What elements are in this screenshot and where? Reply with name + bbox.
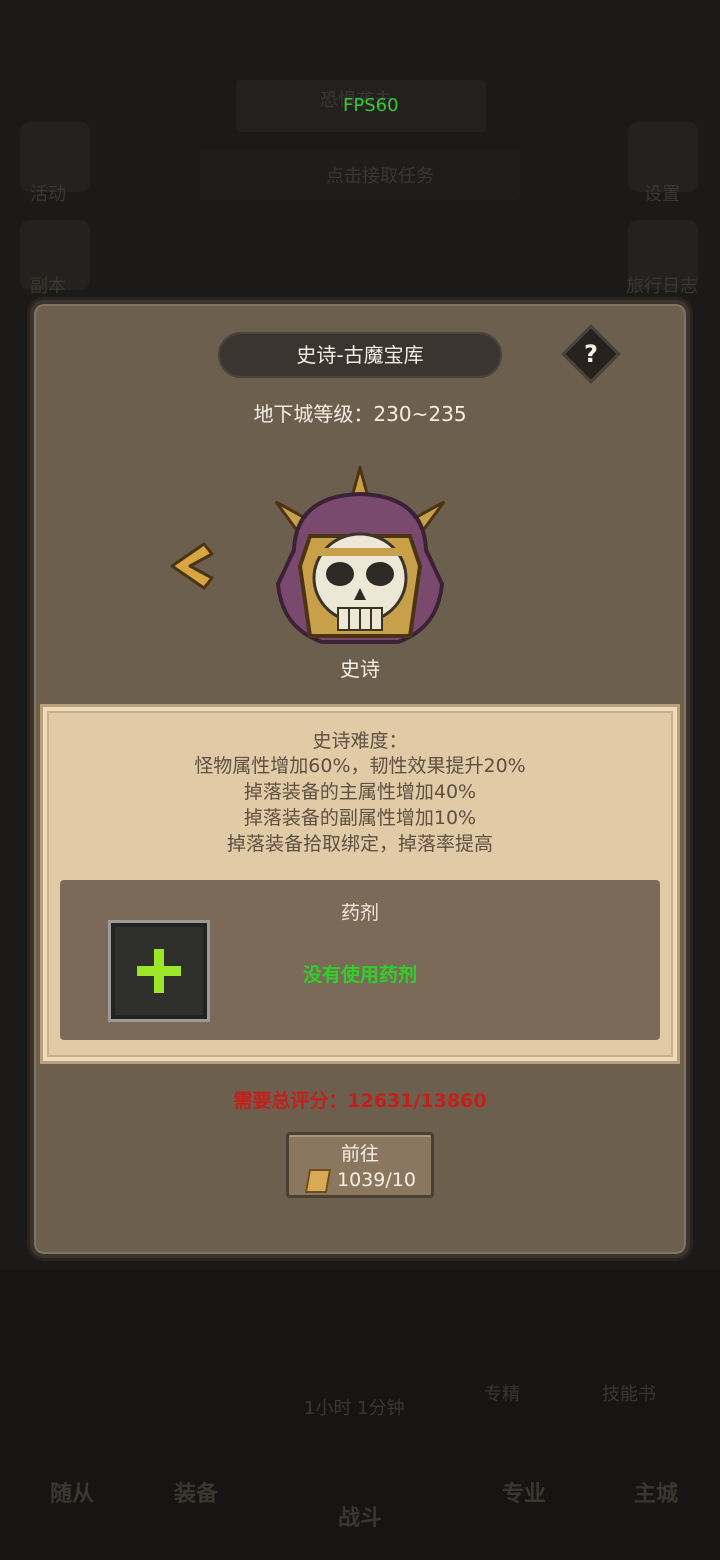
nav-followers-label: 随从	[49, 1482, 94, 1507]
description-line: 掉落装备拾取绑定，掉落率提高	[226, 833, 493, 855]
settings-label: 设置	[644, 184, 680, 205]
dialog-title: 史诗-古魔宝库	[296, 343, 424, 367]
dungeon-level: 地下城等级：230~235	[253, 402, 467, 426]
go-button-label: 前往	[340, 1143, 379, 1165]
question-icon: ?	[584, 340, 598, 368]
skillbook-label: 技能书	[602, 1384, 656, 1405]
chevron-left-icon[interactable]	[160, 538, 216, 594]
nav-equipment-label: 装备	[173, 1482, 218, 1507]
nav-main-city: 主城	[584, 1440, 720, 1560]
description-line: 怪物属性增加60%，韧性效果提升20%	[194, 755, 526, 777]
scroll-ticket-icon	[304, 1169, 332, 1193]
nav-battle-label: 战斗	[337, 1506, 382, 1531]
epic-skull-helmet-icon	[274, 466, 446, 644]
timer-label: 1小时 1分钟	[304, 1398, 405, 1419]
required-score: 需要总评分：12631/13860	[233, 1090, 487, 1112]
nav-profession: 专业	[452, 1440, 596, 1560]
difficulty-name: 史诗	[340, 657, 380, 681]
description-line: 掉落装备的主属性增加40%	[243, 781, 477, 803]
dungeon-label: 副本	[30, 276, 66, 297]
dialog-title-plate: 史诗-古魔宝库	[218, 332, 502, 378]
nav-profession-label: 专业	[501, 1482, 546, 1507]
description-line: 掉落装备的副属性增加10%	[243, 807, 477, 829]
nav-battle: 战斗	[288, 1440, 432, 1560]
nav-followers: 随从	[0, 1440, 144, 1560]
ticket-count: 1039/10	[337, 1169, 416, 1191]
mastery-label: 专精	[484, 1384, 520, 1405]
description-line: 史诗难度：	[312, 730, 408, 752]
potion-status: 没有使用药剂	[302, 964, 417, 986]
nav-equipment: 装备	[124, 1440, 268, 1560]
activity-label: 活动	[30, 184, 66, 205]
fps-counter: FPS60	[343, 95, 399, 116]
go-button[interactable]: 前往 1039/10	[286, 1132, 434, 1198]
nav-main-city-label: 主城	[633, 1482, 678, 1507]
task-bar-label: 点击接取任务	[326, 166, 434, 187]
travel-log-label: 旅行日志	[626, 276, 698, 297]
